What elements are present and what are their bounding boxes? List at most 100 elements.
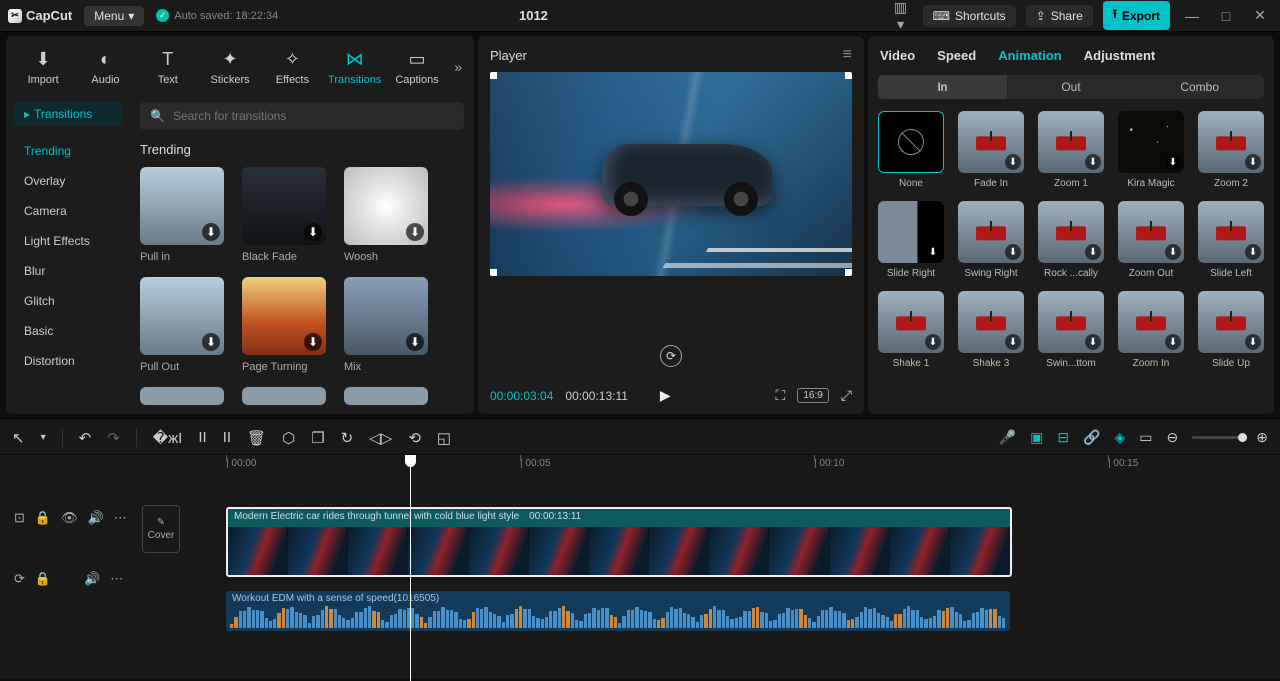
handle-br[interactable] <box>845 269 852 276</box>
minimize-button[interactable]: — <box>1180 8 1204 24</box>
fullscreen-icon[interactable]: ⤢ <box>841 387 852 404</box>
magnet-icon[interactable]: ⊟ <box>1057 429 1069 446</box>
animation-item[interactable]: ⬇Slide Left <box>1198 201 1264 279</box>
player-menu-icon[interactable]: ≡ <box>843 46 852 64</box>
animation-item[interactable]: ⬇Swin...ttom <box>1038 291 1104 369</box>
tool-tab-audio[interactable]: ◐Audio <box>74 44 136 90</box>
video-clip[interactable]: Modern Electric car rides through tunnel… <box>226 507 1012 577</box>
inspector-tab-video[interactable]: Video <box>880 48 915 63</box>
handle-bl[interactable] <box>490 269 497 276</box>
pointer-dropdown[interactable]: ▾ <box>41 432 46 443</box>
animation-item[interactable]: ⬇Rock ...cally <box>1038 201 1104 279</box>
animation-item[interactable]: ⬇Swing Right <box>958 201 1024 279</box>
transition-item[interactable]: ⬇Woosh <box>344 167 428 263</box>
preview-canvas[interactable] <box>490 72 852 276</box>
download-icon[interactable]: ⬇ <box>1165 334 1181 350</box>
search-input[interactable] <box>173 109 454 123</box>
collapse-icon[interactable]: ⟳ <box>14 571 25 587</box>
zoom-in-icon[interactable]: ⊕ <box>1256 429 1268 446</box>
segment-in[interactable]: In <box>878 75 1007 99</box>
zoom-out-icon[interactable]: ⊖ <box>1167 429 1179 446</box>
crop-icon[interactable]: ◱ <box>437 429 451 447</box>
category-light-effects[interactable]: Light Effects <box>6 226 130 256</box>
audio-clip[interactable]: Workout EDM with a sense of speed(101650… <box>226 591 1010 631</box>
category-glitch[interactable]: Glitch <box>6 286 130 316</box>
collapse-icon[interactable]: ⊡ <box>14 510 25 526</box>
export-button[interactable]: ⭱Export <box>1103 1 1170 30</box>
layout-icon[interactable]: ▥ ▾ <box>889 0 913 33</box>
category-basic[interactable]: Basic <box>6 316 130 346</box>
eye-icon[interactable]: 👁 <box>61 510 78 526</box>
split-left-tool[interactable]: ІІ <box>198 429 206 446</box>
lock-icon[interactable]: 🔒 <box>35 510 51 526</box>
animation-item[interactable]: ⬇Fade In <box>958 111 1024 189</box>
transition-item[interactable]: ⬇Mix <box>344 277 428 373</box>
snap-icon[interactable]: ◈ <box>1115 429 1126 446</box>
animation-item[interactable]: ⬇Kira Magic <box>1118 111 1184 189</box>
inspector-tab-speed[interactable]: Speed <box>937 48 976 63</box>
animation-item[interactable]: ⬇Zoom 2 <box>1198 111 1264 189</box>
download-icon[interactable]: ⬇ <box>1085 244 1101 260</box>
cover-button[interactable]: ✎ Cover <box>142 505 180 553</box>
category-pill-transitions[interactable]: ▸ Transitions <box>14 102 122 126</box>
mirror-icon[interactable]: ◁▷ <box>369 429 392 447</box>
download-icon[interactable]: ⬇ <box>304 333 322 351</box>
download-icon[interactable]: ⬇ <box>1245 154 1261 170</box>
download-icon[interactable]: ⬇ <box>1165 154 1181 170</box>
focus-icon[interactable]: ⛶ <box>776 387 786 404</box>
tool-tab-effects[interactable]: ✧Effects <box>261 44 323 90</box>
inspector-tab-adjustment[interactable]: Adjustment <box>1084 48 1156 63</box>
download-icon[interactable]: ⬇ <box>406 333 424 351</box>
preview-mode-icon[interactable]: ▭ <box>1139 429 1152 446</box>
handle-tl[interactable] <box>490 72 497 79</box>
menu-button[interactable]: Menu ▾ <box>84 6 144 26</box>
segment-combo[interactable]: Combo <box>1135 75 1264 99</box>
animation-item[interactable]: ⬇Zoom In <box>1118 291 1184 369</box>
animation-item[interactable]: ⬇Zoom Out <box>1118 201 1184 279</box>
mute-icon[interactable]: 🔊 <box>84 571 100 587</box>
animation-item[interactable]: ⬇Slide Right <box>878 201 944 279</box>
tool-tab-captions[interactable]: ▭Captions <box>386 44 448 90</box>
tool-tab-transitions[interactable]: ⋈Transitions <box>324 44 386 90</box>
more-tools-arrow[interactable]: » <box>448 47 468 87</box>
aspect-ratio[interactable]: 16:9 <box>797 388 828 403</box>
download-icon[interactable]: ⬇ <box>1005 154 1021 170</box>
category-camera[interactable]: Camera <box>6 196 130 226</box>
maximize-button[interactable]: □ <box>1214 8 1238 24</box>
category-distortion[interactable]: Distortion <box>6 346 130 376</box>
delete-tool[interactable]: 🗑 <box>247 429 266 447</box>
transition-item[interactable] <box>242 387 326 405</box>
redo-button[interactable]: ↷ <box>107 429 120 447</box>
rotate-icon[interactable]: ⟲ <box>408 429 421 447</box>
transition-item[interactable]: ⬇Pull Out <box>140 277 224 373</box>
playhead[interactable] <box>410 455 411 681</box>
split-right-tool[interactable]: ІІ <box>223 429 231 446</box>
split-tool[interactable]: �жІ <box>153 429 183 447</box>
project-title[interactable]: 1012 <box>190 8 876 23</box>
mute-icon[interactable]: 🔊 <box>88 510 104 526</box>
shield-icon[interactable]: ⬡ <box>282 429 295 447</box>
tool-tab-stickers[interactable]: ✦Stickers <box>199 44 261 90</box>
download-icon[interactable]: ⬇ <box>1165 244 1181 260</box>
segment-out[interactable]: Out <box>1007 75 1136 99</box>
zoom-slider[interactable] <box>1192 436 1242 439</box>
share-button[interactable]: ⇪Share <box>1026 5 1093 27</box>
transition-item[interactable]: ⬇Black Fade <box>242 167 326 263</box>
tool-tab-import[interactable]: ⬇Import <box>12 44 74 90</box>
animation-item[interactable]: ⬇Shake 3 <box>958 291 1024 369</box>
transition-item[interactable] <box>140 387 224 405</box>
download-icon[interactable]: ⬇ <box>304 223 322 241</box>
download-icon[interactable]: ⬇ <box>1085 334 1101 350</box>
link-icon[interactable]: 🔗 <box>1083 429 1100 446</box>
tracks-area[interactable]: | 00:00| 00:05| 00:10| 00:15 Modern Elec… <box>180 455 1280 681</box>
transition-item[interactable]: ⬇Pull in <box>140 167 224 263</box>
tool-tab-text[interactable]: TText <box>137 44 199 90</box>
more-icon[interactable]: ⋯ <box>110 571 123 587</box>
download-icon[interactable]: ⬇ <box>1085 154 1101 170</box>
category-trending[interactable]: Trending <box>6 136 130 166</box>
download-icon[interactable]: ⬇ <box>1005 334 1021 350</box>
undo-button[interactable]: ↶ <box>79 429 92 447</box>
magnet-left-icon[interactable]: ▣ <box>1030 429 1043 446</box>
animation-item[interactable]: ⬇Zoom 1 <box>1038 111 1104 189</box>
download-icon[interactable]: ⬇ <box>202 223 220 241</box>
